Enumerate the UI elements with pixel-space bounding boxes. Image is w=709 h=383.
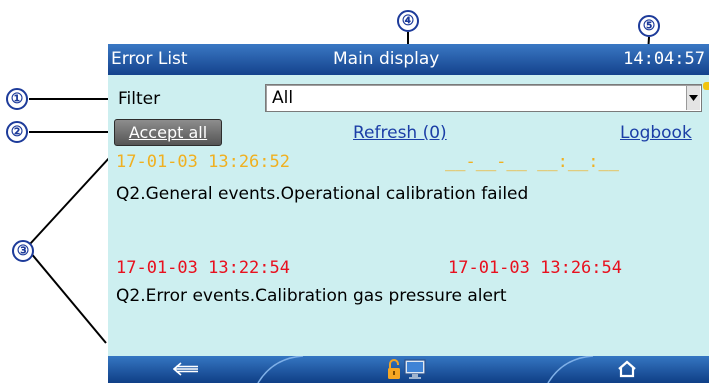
bottom-nav-bar <box>108 356 709 383</box>
event-start-time[interactable]: 17-01-03 13:26:52 <box>116 152 290 172</box>
callout-marker: ⑤ <box>638 15 660 37</box>
refresh-link[interactable]: Refresh (0) <box>353 123 447 143</box>
callout-marker: ② <box>6 121 28 143</box>
home-button[interactable] <box>613 358 641 380</box>
device-screen: Error List Main display 14:04:57 Filter … <box>108 44 709 383</box>
callout-marker: ① <box>6 88 28 110</box>
back-arrow-icon <box>173 362 198 376</box>
screen-title: Error List <box>111 49 188 69</box>
monitor-icon[interactable] <box>404 358 426 380</box>
accept-all-button[interactable]: Accept all <box>114 119 222 146</box>
callout-marker: ③ <box>12 240 34 262</box>
scroll-handle[interactable] <box>703 82 709 90</box>
filter-label: Filter <box>118 89 161 109</box>
event-start-time[interactable]: 17-01-03 13:22:54 <box>116 258 290 278</box>
clock: 14:04:57 <box>623 49 705 69</box>
filter-value: All <box>272 88 294 108</box>
display-name: Main display <box>333 49 440 69</box>
unlock-icon[interactable] <box>387 358 401 380</box>
callout-marker: ④ <box>397 10 419 32</box>
chevron-down-icon[interactable] <box>686 86 700 110</box>
event-message[interactable]: Q2.Error events.Calibration gas pressure… <box>116 286 507 306</box>
event-end-time[interactable]: __-__-__ __:__:__ <box>445 152 619 172</box>
filter-dropdown[interactable]: All <box>265 84 702 112</box>
logbook-link[interactable]: Logbook <box>620 123 692 143</box>
event-message[interactable]: Q2.General events.Operational calibratio… <box>116 184 528 204</box>
title-bar: Error List Main display 14:04:57 <box>108 44 709 75</box>
back-button[interactable] <box>168 358 204 380</box>
event-end-time[interactable]: 17-01-03 13:26:54 <box>448 258 622 278</box>
home-icon <box>618 360 636 378</box>
